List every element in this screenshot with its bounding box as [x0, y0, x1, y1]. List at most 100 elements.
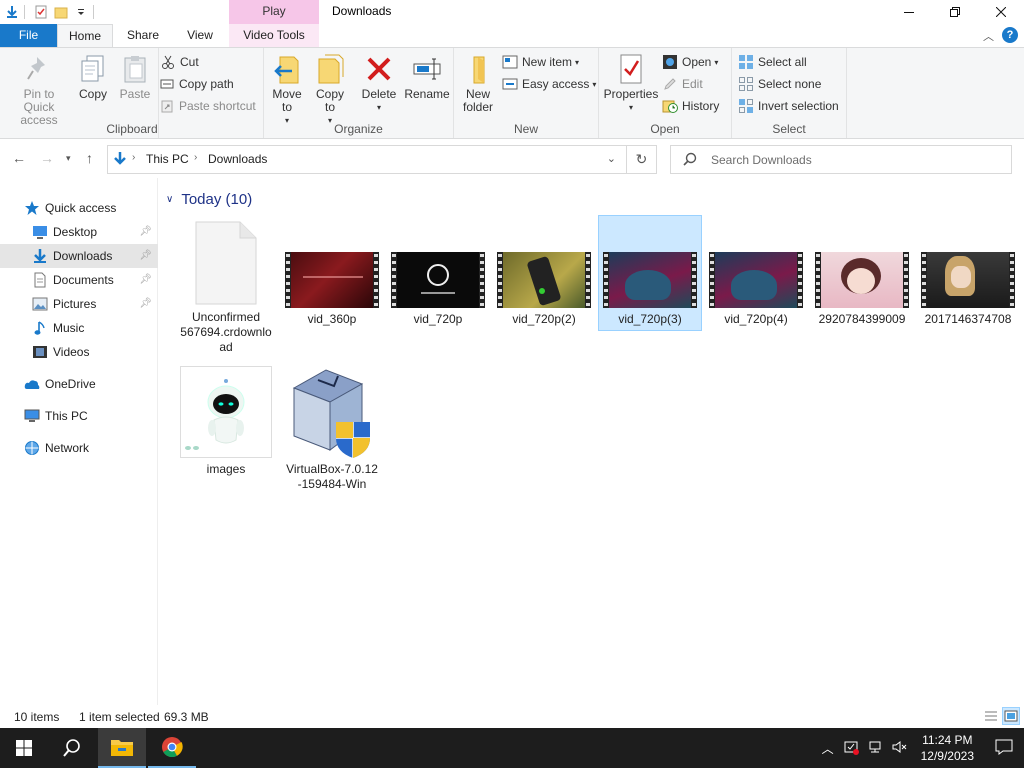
file-name: 2017146374708	[924, 312, 1012, 326]
copy-to-button[interactable]: Copy to ▾	[311, 52, 349, 127]
pin-icon[interactable]: 📌︎	[139, 298, 152, 309]
help-icon[interactable]: ?	[1002, 27, 1018, 43]
navigation-pane: Quick access Desktop 📌︎ Downloads 📌︎ Doc…	[0, 178, 158, 705]
status-bar: 10 items 1 item selected 69.3 MB	[0, 705, 1024, 728]
nav-item-network[interactable]: Network	[0, 436, 158, 460]
properties-icon[interactable]	[33, 4, 49, 20]
notifications-icon[interactable]	[984, 739, 1024, 758]
file-item-image[interactable]: images	[174, 366, 278, 477]
file-item-video[interactable]: 2017146374708	[916, 252, 1020, 327]
music-icon	[32, 320, 48, 336]
file-item-installer[interactable]: VirtualBox-7.0.12 -159484-Win	[280, 366, 384, 492]
new-item-button[interactable]: New item ▾	[502, 52, 579, 72]
volume-muted-icon[interactable]	[887, 739, 911, 758]
recent-locations-chevron-icon[interactable]: ▾	[66, 153, 71, 164]
large-icons-view-icon[interactable]	[1002, 707, 1020, 725]
maximize-button[interactable]	[932, 0, 978, 24]
select-all-button[interactable]: Select all	[738, 52, 807, 72]
file-item-video[interactable]: vid_720p(4)	[704, 252, 808, 327]
address-bar[interactable]: › This PC › Downloads ⌄ ↻	[107, 145, 657, 174]
move-to-button[interactable]: Move to ▾	[268, 52, 306, 127]
new-folder-icon[interactable]	[53, 4, 69, 20]
tab-share[interactable]: Share	[117, 24, 169, 47]
title-bar: Play Downloads	[0, 0, 1024, 24]
nav-item-this-pc[interactable]: This PC	[0, 404, 158, 428]
file-item-video[interactable]: vid_720p(2)	[492, 252, 596, 327]
video-thumbnail	[815, 252, 909, 308]
forward-arrow-icon[interactable]: →	[40, 150, 54, 166]
customize-toolbar-icon[interactable]	[73, 4, 89, 20]
nav-item-desktop[interactable]: Desktop 📌︎	[0, 220, 158, 244]
pin-icon[interactable]: 📌︎	[139, 250, 152, 261]
nav-item-onedrive[interactable]: OneDrive	[0, 372, 158, 396]
pin-to-quick-access-button[interactable]: Pin to Quick access	[4, 52, 74, 127]
network-icon	[24, 440, 40, 456]
downloads-icon	[32, 248, 48, 264]
open-group-label: Open	[650, 122, 680, 136]
edit-button[interactable]: Edit	[662, 74, 703, 94]
pin-icon[interactable]: 📌︎	[139, 274, 152, 285]
select-none-button[interactable]: Select none	[738, 74, 821, 94]
explorer-arrow-icon[interactable]	[4, 4, 20, 20]
search-button[interactable]	[48, 728, 96, 768]
paste-button[interactable]: Paste	[117, 52, 153, 101]
back-arrow-icon[interactable]: ←	[12, 150, 26, 166]
nav-item-downloads[interactable]: Downloads 📌︎	[0, 244, 158, 268]
invert-selection-button[interactable]: Invert selection	[738, 96, 839, 116]
copy-path-button[interactable]: Copy path	[159, 74, 234, 94]
tab-file[interactable]: File	[0, 24, 57, 47]
chevron-up-icon[interactable]: ︿	[983, 28, 994, 44]
nav-item-documents[interactable]: Documents 📌︎	[0, 268, 158, 292]
videos-icon	[32, 344, 48, 360]
nav-item-pictures[interactable]: Pictures 📌︎	[0, 292, 158, 316]
refresh-button[interactable]: ↻	[626, 146, 656, 173]
tab-view[interactable]: View	[175, 24, 225, 47]
rename-button[interactable]: Rename	[404, 52, 450, 101]
nav-item-videos[interactable]: Videos	[0, 340, 158, 364]
delete-button[interactable]: Delete ▾	[360, 52, 398, 114]
file-item-video-selected[interactable]: vid_720p(3)	[598, 215, 702, 331]
vpn-icon[interactable]	[839, 739, 863, 758]
file-item-video[interactable]: vid_720p	[386, 252, 490, 327]
tab-home[interactable]: Home	[57, 24, 113, 47]
file-item-video[interactable]: vid_360p	[280, 252, 384, 327]
properties-button[interactable]: Properties ▾	[603, 52, 659, 114]
cloud-icon	[24, 376, 40, 392]
taskbar: ︿ 11:24 PM 12/9/2023	[0, 728, 1024, 768]
copy-button[interactable]: Copy	[76, 52, 110, 101]
address-history-chevron-icon[interactable]: ⌄	[607, 152, 616, 165]
easy-access-icon	[502, 76, 518, 92]
breadcrumb-downloads[interactable]: Downloads	[208, 152, 267, 166]
pin-icon[interactable]: 📌︎	[139, 226, 152, 237]
delete-label: Delete ▾	[361, 87, 397, 113]
video-thumbnail	[709, 252, 803, 308]
search-box[interactable]: Search Downloads	[670, 145, 1012, 174]
history-label: History	[682, 99, 720, 113]
breadcrumb-this-pc[interactable]: This PC	[146, 152, 189, 166]
group-header-today[interactable]: ∨ Today (10)	[166, 191, 252, 208]
new-folder-button[interactable]: New folder	[460, 52, 496, 114]
close-button[interactable]	[978, 0, 1024, 24]
up-arrow-icon[interactable]: ↑	[86, 150, 93, 166]
minimize-button[interactable]	[886, 0, 932, 24]
chevron-up-icon[interactable]: ︿	[817, 740, 839, 757]
paste-shortcut-button[interactable]: Paste shortcut	[159, 96, 256, 116]
file-item-crdownload[interactable]: Unconfirmed 567694.crdownlo ad	[174, 220, 278, 355]
taskbar-file-explorer[interactable]	[98, 728, 146, 768]
tab-video-tools[interactable]: Video Tools	[229, 24, 319, 47]
paste-shortcut-icon	[159, 98, 175, 114]
file-item-video[interactable]: 2920784399009	[810, 252, 914, 327]
start-button[interactable]	[0, 728, 48, 768]
desktop-icon	[32, 224, 48, 240]
network-status-icon[interactable]	[863, 739, 887, 758]
easy-access-button[interactable]: Easy access ▾	[502, 74, 596, 94]
view-switcher	[980, 707, 1020, 725]
nav-item-quick-access[interactable]: Quick access	[0, 196, 158, 220]
nav-item-music[interactable]: Music	[0, 316, 158, 340]
details-view-icon[interactable]	[982, 707, 1000, 725]
nav-label: Downloads	[53, 249, 113, 263]
open-button[interactable]: Open ▾	[662, 52, 718, 72]
taskbar-chrome[interactable]	[148, 728, 196, 768]
history-button[interactable]: History	[662, 96, 719, 116]
clock[interactable]: 11:24 PM 12/9/2023	[921, 732, 974, 764]
